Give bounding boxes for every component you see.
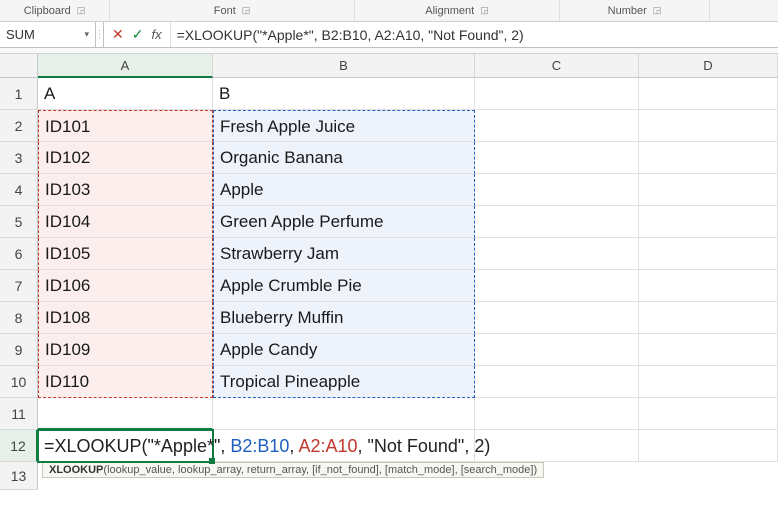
formula-bar-row: SUM ▾ ⋮ ✕ ✓ fx — [0, 22, 778, 48]
cell-A12-editing[interactable]: =XLOOKUP("*Apple*", B2:B10, A2:A10, "Not… — [38, 430, 213, 462]
cell-C2[interactable] — [475, 110, 639, 142]
cell-D1[interactable] — [639, 78, 778, 110]
formula-tooltip-area: XLOOKUP(lookup_value, lookup_array, retu… — [38, 462, 778, 482]
cell-B2[interactable]: Fresh Apple Juice — [213, 110, 475, 142]
cell-C9[interactable] — [475, 334, 639, 366]
formula-part: , "Not Found", 2) — [357, 436, 490, 456]
cell-A1[interactable]: A — [38, 78, 213, 110]
cell-C7[interactable] — [475, 270, 639, 302]
row-header-5[interactable]: 5 — [0, 206, 38, 238]
formula-bar-sep: ⋮ — [96, 22, 104, 47]
cell-B8[interactable]: Blueberry Muffin — [213, 302, 475, 334]
cell-B7[interactable]: Apple Crumble Pie — [213, 270, 475, 302]
name-box-value: SUM — [6, 27, 35, 42]
row-header-2[interactable]: 2 — [0, 110, 38, 142]
cell-A11[interactable] — [38, 398, 213, 430]
cell-B10[interactable]: Tropical Pineapple — [213, 366, 475, 398]
cell-C5[interactable] — [475, 206, 639, 238]
cell-B3[interactable]: Organic Banana — [213, 142, 475, 174]
formula-bar-input[interactable] — [171, 22, 778, 47]
cell-A3[interactable]: ID102 — [38, 142, 213, 174]
name-box[interactable]: SUM ▾ — [0, 22, 96, 47]
formula-bar-buttons: ✕ ✓ fx — [104, 22, 171, 47]
dialog-launcher-icon[interactable]: ◲ — [653, 5, 662, 16]
cell-D5[interactable] — [639, 206, 778, 238]
ribbon-group-labels: Clipboard ◲ Font ◲ Alignment ◲ Number ◲ — [0, 0, 778, 22]
row-header-13[interactable]: 13 — [0, 462, 38, 490]
formula-range-red: A2:A10 — [298, 436, 357, 456]
cell-B11[interactable] — [213, 398, 475, 430]
cell-B5[interactable]: Green Apple Perfume — [213, 206, 475, 238]
ribbon-group-label: Font — [214, 5, 236, 17]
spreadsheet-grid[interactable]: A B C D 1 A B 2 ID101 Fresh Apple Juice … — [0, 54, 778, 490]
row-header-10[interactable]: 10 — [0, 366, 38, 398]
cell-D9[interactable] — [639, 334, 778, 366]
row-header-7[interactable]: 7 — [0, 270, 38, 302]
cell-B9[interactable]: Apple Candy — [213, 334, 475, 366]
cancel-edit-icon[interactable]: ✕ — [112, 26, 124, 43]
cell-C12[interactable] — [475, 430, 639, 462]
cell-C4[interactable] — [475, 174, 639, 206]
tooltip-signature: (lookup_value, lookup_array, return_arra… — [103, 464, 537, 476]
cell-A6[interactable]: ID105 — [38, 238, 213, 270]
row-header-9[interactable]: 9 — [0, 334, 38, 366]
row-header-3[interactable]: 3 — [0, 142, 38, 174]
cell-A10[interactable]: ID110 — [38, 366, 213, 398]
cell-D11[interactable] — [639, 398, 778, 430]
dialog-launcher-icon[interactable]: ◲ — [77, 5, 86, 16]
cell-A7[interactable]: ID106 — [38, 270, 213, 302]
cell-A2[interactable]: ID101 — [38, 110, 213, 142]
formula-range-blue: B2:B10 — [230, 436, 289, 456]
row-header-8[interactable]: 8 — [0, 302, 38, 334]
row-header-1[interactable]: 1 — [0, 78, 38, 110]
cell-C8[interactable] — [475, 302, 639, 334]
insert-function-icon[interactable]: fx — [151, 27, 161, 42]
cell-D8[interactable] — [639, 302, 778, 334]
confirm-edit-icon[interactable]: ✓ — [132, 26, 144, 43]
row-header-6[interactable]: 6 — [0, 238, 38, 270]
ribbon-group-label: Number — [608, 5, 647, 17]
cell-D10[interactable] — [639, 366, 778, 398]
cell-C11[interactable] — [475, 398, 639, 430]
cell-D6[interactable] — [639, 238, 778, 270]
cell-C3[interactable] — [475, 142, 639, 174]
column-header-A[interactable]: A — [38, 54, 213, 78]
ribbon-group-clipboard: Clipboard ◲ — [0, 0, 110, 21]
row-header-4[interactable]: 4 — [0, 174, 38, 206]
select-all-corner[interactable] — [0, 54, 38, 78]
cell-D2[interactable] — [639, 110, 778, 142]
dialog-launcher-icon[interactable]: ◲ — [242, 5, 251, 16]
column-header-C[interactable]: C — [475, 54, 639, 78]
row-header-12[interactable]: 12 — [0, 430, 38, 462]
ribbon-group-label: Clipboard — [24, 5, 71, 17]
cell-D7[interactable] — [639, 270, 778, 302]
cell-A9[interactable]: ID109 — [38, 334, 213, 366]
cell-C10[interactable] — [475, 366, 639, 398]
column-header-D[interactable]: D — [639, 54, 778, 78]
ribbon-group-number: Number ◲ — [560, 0, 710, 21]
cell-C6[interactable] — [475, 238, 639, 270]
cell-B1[interactable]: B — [213, 78, 475, 110]
dialog-launcher-icon[interactable]: ◲ — [480, 5, 489, 16]
cell-D4[interactable] — [639, 174, 778, 206]
cell-D3[interactable] — [639, 142, 778, 174]
cell-B6[interactable]: Strawberry Jam — [213, 238, 475, 270]
cell-D12[interactable] — [639, 430, 778, 462]
row-header-11[interactable]: 11 — [0, 398, 38, 430]
formula-part: =XLOOKUP("*Apple*", — [44, 436, 230, 456]
cell-A5[interactable]: ID104 — [38, 206, 213, 238]
ribbon-group-font: Font ◲ — [110, 0, 355, 21]
cell-C1[interactable] — [475, 78, 639, 110]
ribbon-group-alignment: Alignment ◲ — [355, 0, 560, 21]
cell-A8[interactable]: ID108 — [38, 302, 213, 334]
cell-A4[interactable]: ID103 — [38, 174, 213, 206]
tooltip-func-name: XLOOKUP — [49, 464, 103, 476]
ribbon-group-label: Alignment — [425, 5, 474, 17]
chevron-down-icon[interactable]: ▾ — [84, 29, 89, 40]
cell-B4[interactable]: Apple — [213, 174, 475, 206]
cell-edit-text: =XLOOKUP("*Apple*", B2:B10, A2:A10, "Not… — [44, 434, 490, 458]
formula-tooltip: XLOOKUP(lookup_value, lookup_array, retu… — [42, 462, 544, 478]
column-header-B[interactable]: B — [213, 54, 475, 78]
